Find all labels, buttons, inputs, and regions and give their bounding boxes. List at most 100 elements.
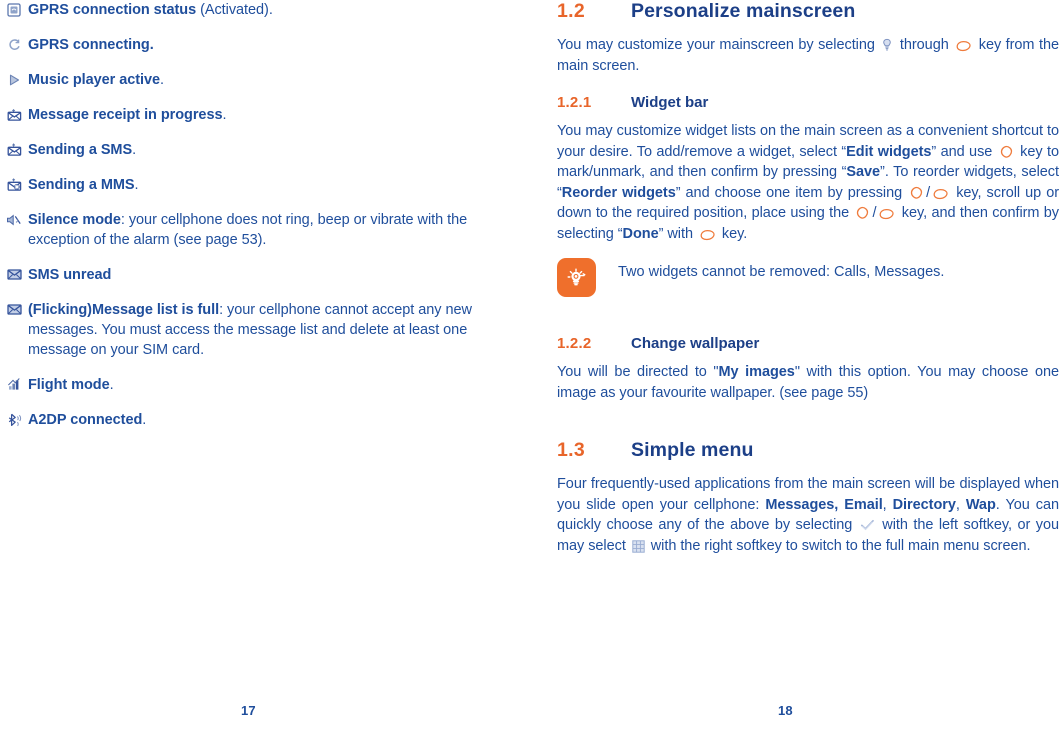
message-receipt-in-progress-icon	[0, 105, 28, 123]
list-item-term: GPRS connection status	[28, 2, 197, 18]
text-run: You may customize your mainscreen by sel…	[557, 37, 880, 53]
term-reorder-widgets: Reorder widgets	[561, 184, 676, 201]
softkey-icon	[932, 188, 949, 200]
text-run: with the right softkey to switch to the …	[646, 537, 1031, 554]
list-item: Sending a MMS.	[0, 175, 500, 195]
list-item: Silence mode: your cellphone does not ri…	[0, 210, 500, 250]
heading-1-2: 1.2 Personalize mainscreen	[557, 0, 1059, 23]
list-item-term: (Flicking)Message list is full	[28, 302, 220, 318]
term-edit-widgets: Edit widgets	[846, 143, 932, 160]
list-item: Sending a SMS.	[0, 140, 500, 160]
softkey-icon	[699, 229, 716, 241]
heading-1-2-2-number: 1.2.2	[557, 335, 592, 352]
paragraph-change-wallpaper: You will be directed to "My images" with…	[557, 362, 1059, 403]
list-item-term: Music player active	[28, 72, 161, 88]
list-item: Music player active.	[0, 70, 500, 90]
list-item-desc: .	[160, 72, 165, 88]
text-run: /	[926, 184, 931, 201]
heading-1-2-number: 1.2	[557, 0, 586, 22]
heading-1-3-number: 1.3	[557, 439, 586, 461]
list-item-desc: .	[222, 107, 227, 123]
list-item-desc: .	[142, 412, 147, 428]
tip-bulb-icon	[557, 258, 596, 297]
softkey-icon	[878, 208, 895, 220]
gprs-connecting-icon	[0, 35, 28, 53]
list-item: GPRS connecting.	[0, 35, 500, 55]
navigation-key-icon	[855, 206, 870, 220]
left-page: GPRS connection status (Activated). GPRS…	[0, 0, 530, 732]
list-item-label: (Flicking)Message list is full: your cel…	[28, 300, 483, 360]
list-item-term: Message receipt in progress	[28, 107, 223, 123]
navigation-key-icon	[999, 145, 1014, 159]
softkey-icon	[955, 40, 972, 52]
paragraph-simple-menu: Four frequently-used applications from t…	[557, 474, 1059, 556]
right-page: 1.2 Personalize mainscreen You may custo…	[530, 0, 1059, 732]
list-item: Message receipt in progress.	[0, 105, 500, 125]
checkmark-icon	[860, 519, 875, 532]
list-item-term: GPRS connecting.	[28, 37, 154, 53]
heading-1-3-title: Simple menu	[631, 439, 754, 461]
page-number-right: 18	[778, 703, 793, 718]
text-run: key.	[717, 225, 748, 242]
list-item-label: GPRS connecting.	[28, 35, 483, 55]
heading-1-2-2: 1.2.2 Change wallpaper	[557, 335, 1059, 352]
list-item: Flight mode.	[0, 375, 500, 395]
page-number-left: 17	[241, 703, 256, 718]
list-item-desc: (Activated).	[196, 2, 273, 18]
list-item-term: Sending a SMS	[28, 142, 133, 158]
navigation-key-icon	[909, 186, 924, 200]
sms-unread-icon	[0, 265, 28, 283]
silence-mode-icon	[0, 210, 28, 228]
list-item-label: Flight mode.	[28, 375, 483, 395]
sending-mms-icon	[0, 175, 28, 193]
term-my-images: My images	[718, 364, 795, 380]
heading-1-2-1-title: Widget bar	[631, 94, 709, 111]
list-item: (Flicking)Message list is full: your cel…	[0, 300, 500, 360]
flight-mode-icon	[0, 375, 28, 393]
list-item: A2DP connected.	[0, 410, 500, 430]
text-run: ” and use	[931, 143, 997, 160]
paragraph-personalize-intro: You may customize your mainscreen by sel…	[557, 35, 1059, 76]
list-item-term: SMS unread	[28, 267, 112, 283]
heading-1-2-1-number: 1.2.1	[557, 94, 592, 111]
widget-key-icon	[881, 38, 893, 52]
text-run: through	[895, 37, 954, 53]
list-item-label: Music player active.	[28, 70, 483, 90]
list-item-term: Flight mode	[28, 377, 110, 393]
heading-1-3: 1.3 Simple menu	[557, 439, 1059, 462]
tip-note-text: Two widgets cannot be removed: Calls, Me…	[618, 264, 945, 280]
list-item-label: Sending a SMS.	[28, 140, 483, 160]
list-item-label: Sending a MMS.	[28, 175, 483, 195]
list-item-label: A2DP connected.	[28, 410, 483, 430]
text-run: ,	[882, 496, 893, 513]
term-save: Save	[846, 164, 881, 180]
a2dp-connected-icon	[0, 410, 28, 428]
list-item-label: Message receipt in progress.	[28, 105, 483, 125]
text-run: ” with	[658, 225, 697, 242]
heading-1-2-title: Personalize mainscreen	[631, 0, 856, 22]
grid-menu-icon	[632, 539, 645, 553]
list-item-label: SMS unread	[28, 265, 483, 285]
term-done: Done	[622, 225, 659, 242]
list-item-desc: .	[109, 377, 114, 393]
heading-1-2-2-title: Change wallpaper	[631, 335, 760, 352]
sending-sms-icon	[0, 140, 28, 158]
heading-1-2-1: 1.2.1 Widget bar	[557, 94, 1059, 111]
status-icon-glossary: GPRS connection status (Activated). GPRS…	[0, 0, 500, 430]
list-item-term: Silence mode	[28, 212, 121, 228]
paragraph-widget-bar: You may customize widget lists on the ma…	[557, 121, 1059, 244]
list-item-label: GPRS connection status (Activated).	[28, 0, 483, 20]
list-item-desc: .	[132, 142, 137, 158]
text-run: ” and choose one item by pressing	[675, 184, 908, 201]
gprs-connection-status-icon	[0, 0, 28, 18]
text-run: ,	[955, 496, 966, 513]
message-list-full-icon	[0, 300, 28, 318]
music-player-active-icon	[0, 70, 28, 88]
list-item: SMS unread	[0, 265, 500, 285]
text-run: /	[872, 205, 877, 221]
list-item-term: Sending a MMS	[28, 177, 135, 193]
list-item: GPRS connection status (Activated).	[0, 0, 500, 20]
list-item-desc: .	[134, 177, 139, 193]
term-messages-email: Messages, Email	[765, 496, 883, 513]
term-wap: Wap	[965, 496, 996, 513]
